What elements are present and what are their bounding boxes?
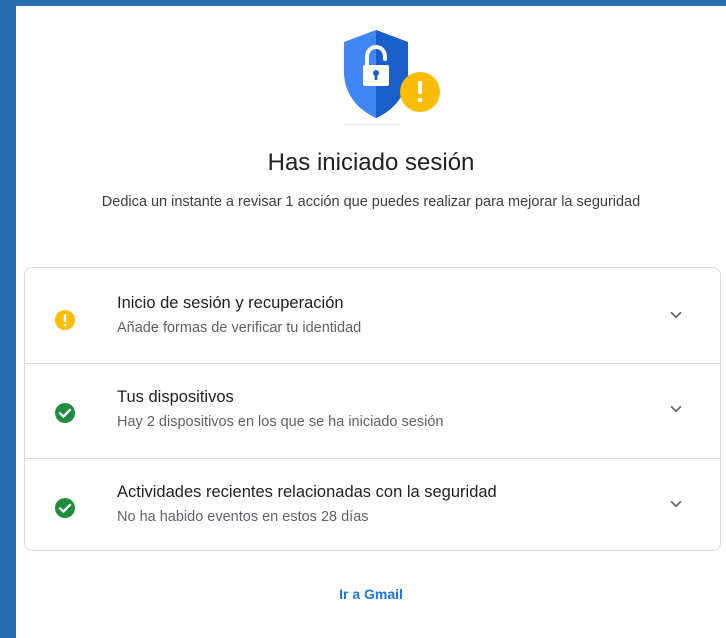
checklist-item-recent-activity[interactable]: Actividades recientes relacionadas con l… (25, 459, 720, 550)
chevron-down-icon[interactable] (667, 400, 685, 418)
checklist-item-title: Tus dispositivos (117, 388, 234, 406)
chevron-down-icon[interactable] (667, 306, 685, 324)
warning-circle-icon (55, 310, 75, 330)
shield-lock-warning-icon (336, 28, 446, 128)
checklist-item-description: No ha habido eventos en estos 28 días (117, 509, 369, 525)
chevron-down-icon[interactable] (667, 495, 685, 513)
check-circle-icon (55, 403, 75, 423)
checklist-item-description: Añade formas de verificar tu identidad (117, 320, 362, 336)
security-checklist: Inicio de sesión y recuperación Añade fo… (24, 267, 721, 551)
go-to-gmail-link[interactable]: Ir a Gmail (16, 586, 726, 602)
check-circle-icon (55, 498, 75, 518)
page-subtitle: Dedica un instante a revisar 1 acción qu… (101, 194, 641, 210)
shield-underline (344, 124, 400, 125)
checklist-item-title: Actividades recientes relacionadas con l… (117, 483, 497, 501)
page-title: Has iniciado sesión (267, 149, 475, 176)
checklist-item-devices[interactable]: Tus dispositivos Hay 2 dispositivos en l… (25, 364, 720, 459)
security-checkup-card: Has iniciado sesión Dedica un instante a… (16, 6, 726, 638)
checklist-item-description: Hay 2 dispositivos en los que se ha inic… (117, 414, 444, 430)
checklist-item-title: Inicio de sesión y recuperación (117, 294, 344, 312)
checklist-item-signin-recovery[interactable]: Inicio de sesión y recuperación Añade fo… (25, 268, 720, 363)
